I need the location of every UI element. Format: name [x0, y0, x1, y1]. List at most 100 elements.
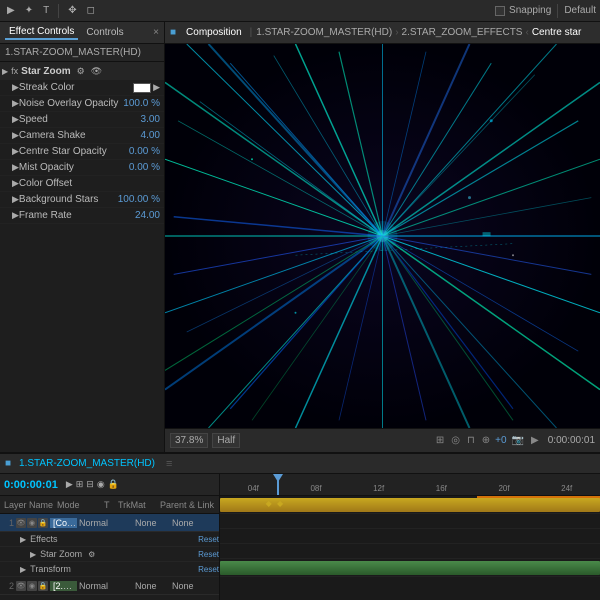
panel-close-btn[interactable]: ×	[153, 27, 159, 38]
layer-solo-1[interactable]: ◉	[27, 518, 37, 528]
panel-comp-name: 1.STAR-ZOOM_MASTER(HD)	[5, 47, 141, 58]
preview-icon[interactable]: ▶	[529, 434, 541, 447]
breadcrumb-1[interactable]: 1.STAR-ZOOM_MASTER(HD)	[256, 27, 392, 38]
layer-lock-1[interactable]: 🔒	[38, 518, 48, 528]
grid-icon[interactable]: ⊞	[434, 434, 446, 447]
shape-tool[interactable]: ◻	[84, 4, 98, 17]
toolbar-separator-2	[557, 4, 558, 18]
sub-expand-transform: ▶	[20, 565, 26, 574]
mask-icon[interactable]: ◎	[449, 434, 462, 447]
tl-switch-btn[interactable]: ⊟	[86, 479, 94, 490]
sub-reset-transform[interactable]: Reset	[198, 565, 219, 574]
layer-parent-1[interactable]: None	[172, 518, 217, 528]
pen-tool[interactable]: ✦	[22, 4, 36, 17]
streak-color-swatch[interactable]	[133, 83, 151, 93]
prop-val-fr[interactable]: 24.00	[125, 210, 160, 221]
prop-color-offset[interactable]: ▶ Color Offset	[0, 176, 164, 192]
track-sub-row-transform	[220, 544, 600, 559]
layer-lock-2[interactable]: 🔒	[38, 581, 48, 591]
tl-options-btn[interactable]: ⊞	[76, 479, 84, 490]
prop-val-speed[interactable]: 3.00	[125, 114, 160, 125]
layer-num-1: 1	[2, 518, 14, 528]
select-tool[interactable]: ▶	[4, 4, 18, 17]
timeline-body: 0:00:00:01 ▶ ⊞ ⊟ ◉ 🔒 Layer Name Mode T T…	[0, 474, 600, 600]
playhead[interactable]	[277, 474, 279, 495]
sub-reset-effects[interactable]: Reset	[198, 535, 219, 544]
prop-expand-9: ▶	[12, 210, 19, 221]
tab-controls[interactable]: Controls	[82, 26, 127, 39]
snapping-area: Snapping Default	[495, 4, 596, 18]
keyframe-2[interactable]: ◆	[277, 499, 283, 508]
layer-row-2[interactable]: 2 👁 ◉ 🔒 [2.STAR_EFFECTS] Normal None Non…	[0, 577, 219, 595]
sub-row-starzoom[interactable]: ▶ Star Zoom ⚙ Reset	[0, 547, 219, 562]
prop-val-mist[interactable]: 0.00 %	[125, 162, 160, 173]
tl-play-btn[interactable]: ▶	[66, 479, 73, 490]
snapping-label: Snapping	[509, 5, 551, 16]
prop-bg-stars[interactable]: ▶ Background Stars 100.00 %	[0, 192, 164, 208]
layer-trkmat-1[interactable]: None	[135, 518, 170, 528]
timeline-ruler: 04f 08f 12f 16f 20f 24f	[220, 474, 600, 496]
snap-icon[interactable]: ⊓	[465, 434, 477, 447]
cog-icon[interactable]: ⚙	[77, 66, 85, 77]
prop-camera-shake[interactable]: ▶ Camera Shake 4.00	[0, 128, 164, 144]
anchor-tool[interactable]: ✥	[65, 4, 79, 17]
timeline-tab-icon: ≡	[166, 458, 172, 470]
sub-reset-starzoom[interactable]: Reset	[198, 550, 219, 559]
main-area: Effect Controls Controls × 1.STAR-ZOOM_M…	[0, 22, 600, 452]
sub-row-transform[interactable]: ▶ Transform Reset	[0, 562, 219, 577]
sub-expand-starzoom: ▶	[30, 550, 36, 559]
prop-val-camera[interactable]: 4.00	[125, 130, 160, 141]
camera-icon[interactable]: 📷	[510, 434, 526, 447]
expand-triangle: ▶	[2, 67, 8, 76]
tab-effect-controls[interactable]: Effect Controls	[5, 25, 78, 40]
layer-name-box-1: [Controls]	[50, 518, 77, 528]
text-tool[interactable]: T	[40, 4, 52, 17]
layer-solo-2[interactable]: ◉	[27, 581, 37, 591]
breadcrumb-sep-2: ‹	[525, 27, 528, 38]
zoom-dropdown[interactable]: 37.8%	[170, 433, 208, 448]
layer-parent-2[interactable]: None	[172, 581, 217, 591]
layer-eye-1[interactable]: 👁	[16, 518, 26, 528]
layer-trkmat-2[interactable]: None	[135, 581, 170, 591]
prop-val-bg[interactable]: 100.00 %	[118, 194, 160, 205]
layer-star-zoom-header[interactable]: ▶ fx Star Zoom ⚙ 👁	[0, 62, 164, 80]
prop-expand-7: ▶	[12, 178, 19, 189]
color-value: +0	[495, 435, 506, 446]
prop-val-centre[interactable]: 0.00 %	[125, 146, 160, 157]
tl-solo-btn[interactable]: ◉	[97, 479, 105, 490]
prop-expand-2: ▶	[12, 98, 19, 109]
prop-noise-overlay[interactable]: ▶ Noise Overlay Opacity 100.0 %	[0, 96, 164, 112]
track-bar-layer-2[interactable]	[220, 561, 600, 575]
color-icon[interactable]: ⊕	[480, 434, 492, 447]
star-zoom-label: Star Zoom	[21, 66, 70, 77]
layer-icons-2: 👁 ◉ 🔒	[16, 581, 48, 591]
breadcrumb-3[interactable]: Centre star	[532, 27, 581, 38]
prop-val-noise[interactable]: 100.0 %	[123, 98, 160, 109]
ruler-mark-24f: 24f	[535, 484, 598, 493]
layer-eye-2[interactable]: 👁	[16, 581, 26, 591]
prop-speed[interactable]: ▶ Speed 3.00	[0, 112, 164, 128]
snapping-checkbox[interactable]	[495, 6, 505, 16]
layer-mode-2[interactable]: Normal	[79, 581, 121, 591]
prop-frame-rate[interactable]: ▶ Frame Rate 24.00	[0, 208, 164, 224]
col-t: T	[104, 500, 116, 510]
eye-icon[interactable]: 👁	[91, 66, 102, 77]
layer-mode-1[interactable]: Normal	[79, 518, 121, 528]
prop-mist[interactable]: ▶ Mist Opacity 0.00 %	[0, 160, 164, 176]
ruler-mark-16f: 16f	[410, 484, 473, 493]
quality-dropdown[interactable]: Half	[212, 433, 240, 448]
prop-centre-opacity[interactable]: ▶ Centre Star Opacity 0.00 %	[0, 144, 164, 160]
tab-composition[interactable]: Composition	[182, 26, 246, 39]
fx-icon: fx	[11, 66, 18, 76]
layer-row-1[interactable]: 1 👁 ◉ 🔒 [Controls] Normal None None	[0, 514, 219, 532]
keyframe-1[interactable]: ◆	[266, 499, 272, 508]
effect-controls-content: ▶ fx Star Zoom ⚙ 👁 ▶ Streak Color ▶ ▶ No…	[0, 62, 164, 452]
sub-row-effects[interactable]: ▶ Effects Reset	[0, 532, 219, 547]
layer-num-2: 2	[2, 581, 14, 591]
timeline-tab[interactable]: 1.STAR-ZOOM_MASTER(HD)	[15, 457, 159, 470]
timecode-display[interactable]: 0:00:00:01	[4, 479, 58, 491]
tl-lock-btn[interactable]: 🔒	[108, 479, 119, 490]
prop-expand-6: ▶	[12, 162, 19, 173]
breadcrumb-2[interactable]: 2.STAR_ZOOM_EFFECTS	[402, 27, 523, 38]
prop-streak-color[interactable]: ▶ Streak Color ▶	[0, 80, 164, 96]
